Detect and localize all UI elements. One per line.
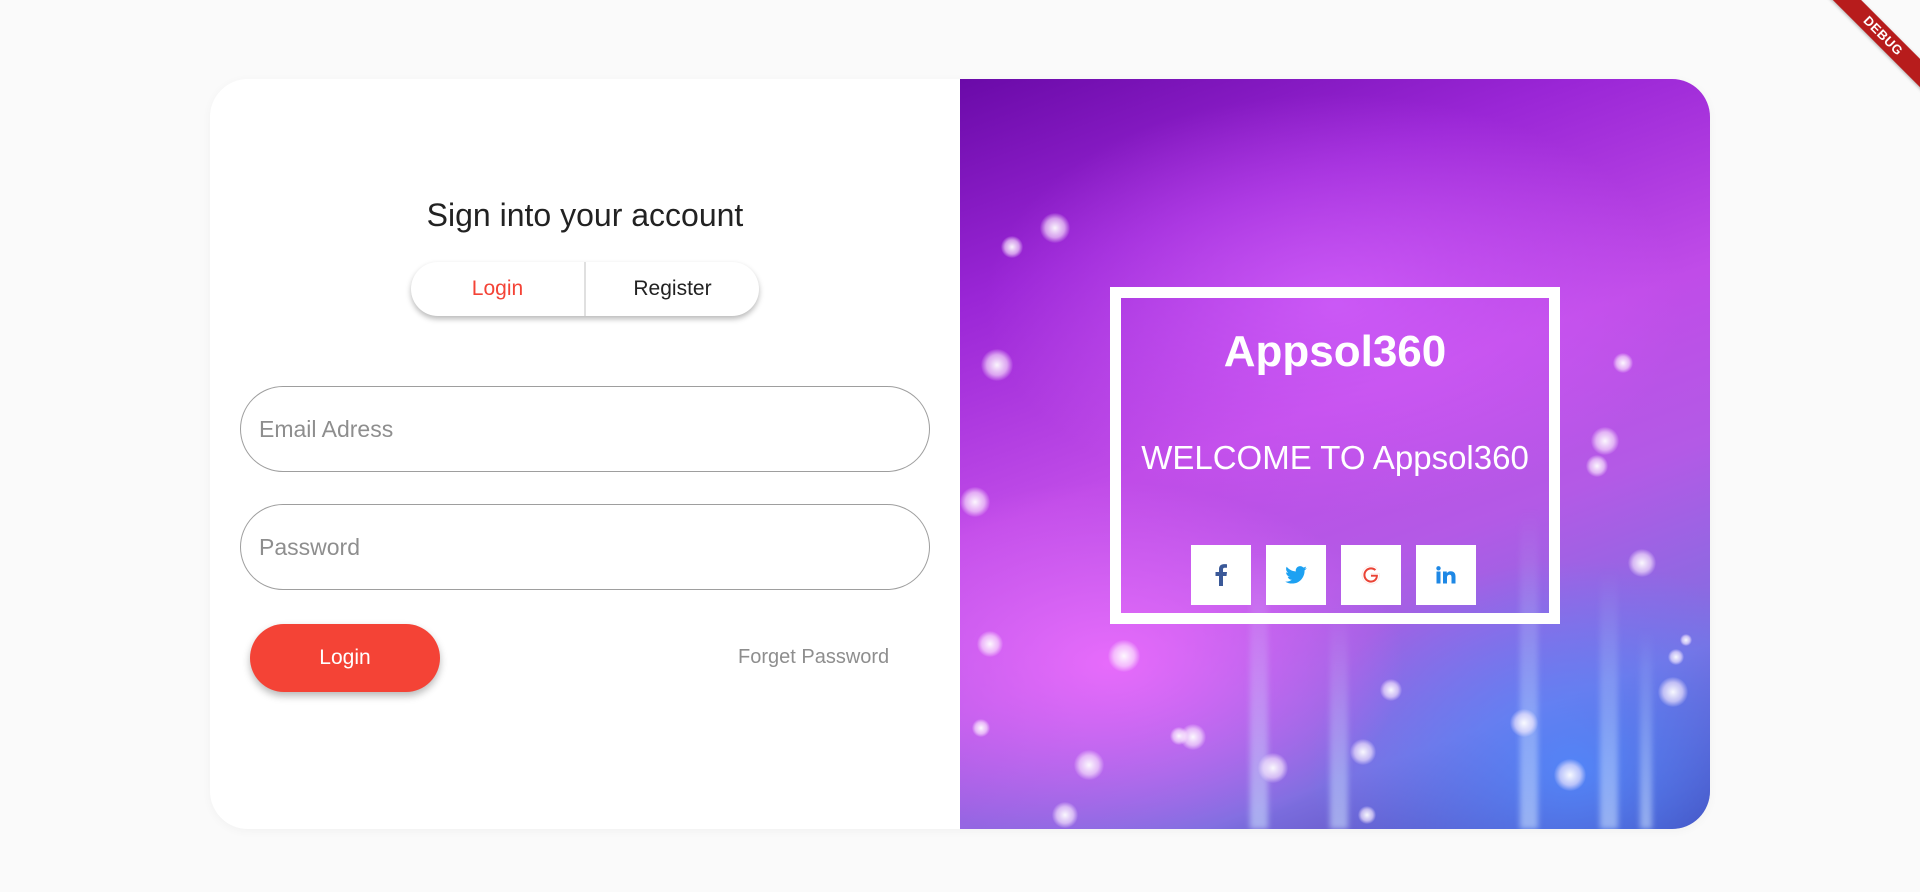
google-button[interactable] [1341, 545, 1401, 605]
sign-in-panel: Sign into your account Login Register Lo… [210, 79, 960, 829]
auth-card: Sign into your account Login Register Lo… [210, 79, 1710, 829]
light-beam [1640, 629, 1652, 829]
bokeh-light [1170, 727, 1188, 745]
forget-password-link[interactable]: Forget Password [738, 646, 889, 669]
facebook-icon [1215, 564, 1227, 586]
bokeh-light [1001, 236, 1023, 258]
bokeh-light [1586, 455, 1608, 477]
password-field[interactable] [240, 504, 930, 590]
bokeh-light [1658, 677, 1688, 707]
app-root: Sign into your account Login Register Lo… [0, 0, 1920, 892]
welcome-message: WELCOME TO Appsol360 [1141, 439, 1529, 476]
linkedin-icon [1436, 566, 1456, 584]
auth-mode-toggle: Login Register [411, 262, 759, 316]
bokeh-light [1591, 427, 1619, 455]
debug-banner: DEBUG [1810, 0, 1920, 110]
bokeh-light [1668, 649, 1684, 665]
bokeh-light [981, 349, 1013, 381]
welcome-frame: Appsol360 WELCOME TO Appsol360 [1110, 287, 1560, 624]
bokeh-light [1052, 802, 1078, 828]
tab-register[interactable]: Register [586, 262, 759, 316]
welcome-panel: Appsol360 WELCOME TO Appsol360 [960, 79, 1710, 829]
tab-login[interactable]: Login [411, 262, 584, 316]
page-title: Sign into your account [426, 197, 744, 233]
facebook-button[interactable] [1191, 545, 1251, 605]
bokeh-light [1628, 549, 1656, 577]
bokeh-light [972, 719, 990, 737]
social-links [1191, 545, 1476, 605]
bokeh-light [1350, 739, 1376, 765]
bokeh-light [1613, 353, 1633, 373]
light-beam [1330, 609, 1348, 829]
bokeh-light [1258, 753, 1288, 783]
bokeh-light [1554, 759, 1586, 791]
bokeh-light [1358, 806, 1376, 824]
google-icon [1361, 565, 1380, 585]
email-field[interactable] [240, 386, 930, 472]
twitter-button[interactable] [1266, 545, 1326, 605]
bokeh-light [1510, 709, 1538, 737]
bokeh-light [1680, 634, 1692, 646]
brand-name: Appsol360 [1223, 327, 1447, 376]
bokeh-light [1074, 750, 1104, 780]
bokeh-light [1380, 679, 1402, 701]
light-beam [1600, 569, 1618, 829]
twitter-icon [1285, 566, 1307, 584]
bokeh-light [960, 487, 990, 517]
bokeh-light [977, 631, 1003, 657]
linkedin-button[interactable] [1416, 545, 1476, 605]
login-button[interactable]: Login [250, 624, 440, 692]
debug-label: DEBUG [1822, 0, 1920, 97]
bokeh-light [1108, 640, 1140, 672]
bokeh-light [1040, 213, 1070, 243]
